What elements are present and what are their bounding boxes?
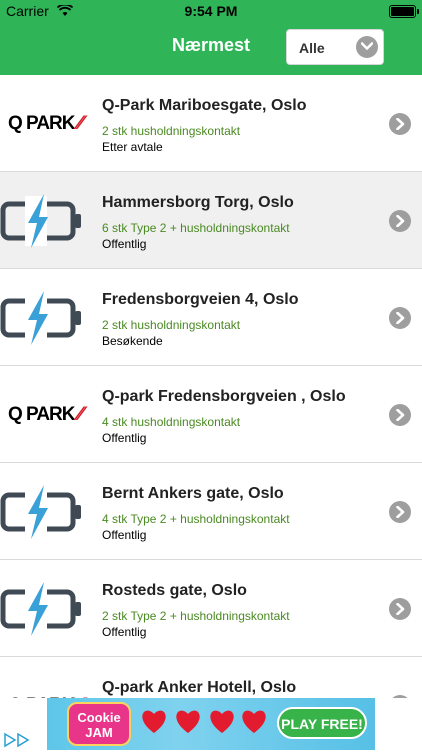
station-name: Rosteds gate, Oslo [102,582,247,599]
battery-icon [389,5,419,18]
chevron-right-icon[interactable] [389,210,411,232]
ad-logo: Cookie JAM [67,702,131,746]
station-plugs: 4 stk husholdningskontakt [102,415,241,429]
heart-icon [210,710,234,733]
nav-bar: Nærmest Alle [0,22,422,75]
clock: 9:54 PM [184,3,238,19]
chevron-right-icon[interactable] [389,404,411,426]
battery-charging-icon [0,578,90,638]
station-plugs: 2 stk husholdningskontakt [102,124,241,138]
station-access: Besøkende [102,334,163,348]
qpark-logo: Q PARK⁄⁄ [8,113,83,134]
ad-banner[interactable]: Cookie JAM PLAY FREE! [0,698,422,750]
station-name: Hammersborg Torg, Oslo [102,194,294,211]
battery-charging-icon [0,190,90,250]
station-row[interactable]: Fredensborgveien 4, Oslo 2 stk husholdnin… [0,269,422,366]
station-name: Q-park Fredensborgveien , Oslo [102,388,346,405]
station-name: Bernt Ankers gate, Oslo [102,485,284,502]
ad-creative[interactable]: Cookie JAM PLAY FREE! [47,698,375,750]
chevron-right-icon[interactable] [389,307,411,329]
station-access: Etter avtale [102,140,163,154]
station-row[interactable]: Rosteds gate, Oslo 2 stk Type 2 + hushold… [0,560,422,657]
station-access: Offentlig [102,431,147,445]
station-list[interactable]: Q PARK ⁄⁄ Q-Park Mariboesgate, Oslo 2 stk h… [0,75,422,698]
station-access: Offentlig [102,625,147,639]
station-name: Fredensborgveien 4, Oslo [102,291,299,308]
station-name: Q-Park Mariboesgate, Oslo [102,97,307,114]
heart-icon [242,710,266,733]
station-row[interactable]: Q PARK⁄⁄Q-park Anker Hotell, Oslo [0,657,422,698]
chevron-right-icon[interactable] [389,113,411,135]
qpark-logo-text: Q PARK [8,113,75,134]
station-plugs: 2 stk Type 2 + husholdningskontakt [102,609,290,623]
station-row[interactable]: Hammersborg Torg, Oslo 6 stk Type 2 + hus… [0,172,422,269]
chevron-down-icon [356,36,378,58]
station-plugs: 2 stk husholdningskontakt [102,318,241,332]
qpark-logo-text: Q PARK [8,404,75,425]
station-row[interactable]: Q PARK ⁄⁄ Q-park Fredensborgveien , Oslo 4 … [0,366,422,463]
chevron-right-icon[interactable] [389,501,411,523]
station-access: Offentlig [102,237,147,251]
play-free-button[interactable]: PLAY FREE! [277,707,367,739]
battery-charging-icon [0,287,90,347]
station-access: Offentlig [102,528,147,542]
battery-charging-icon [0,481,90,541]
station-plugs: 4 stk Type 2 + husholdningskontakt [102,512,290,526]
station-row[interactable]: Q PARK ⁄⁄ Q-Park Mariboesgate, Oslo 2 stk h… [0,75,422,172]
status-bar: Carrier 9:54 PM [0,0,422,22]
adchoices-icon[interactable] [2,732,32,748]
heart-icon [176,710,200,733]
heart-icon [142,710,166,733]
station-plugs: 6 stk Type 2 + husholdningskontakt [102,221,290,235]
filter-dropdown[interactable]: Alle [286,29,384,65]
qpark-logo: Q PARK⁄⁄ [8,404,83,425]
filter-selected-value: Alle [299,40,325,56]
station-name: Q-park Anker Hotell, Oslo [102,679,297,696]
chevron-right-icon[interactable] [389,598,411,620]
station-row[interactable]: Bernt Ankers gate, Oslo 4 stk Type 2 + hu… [0,463,422,560]
